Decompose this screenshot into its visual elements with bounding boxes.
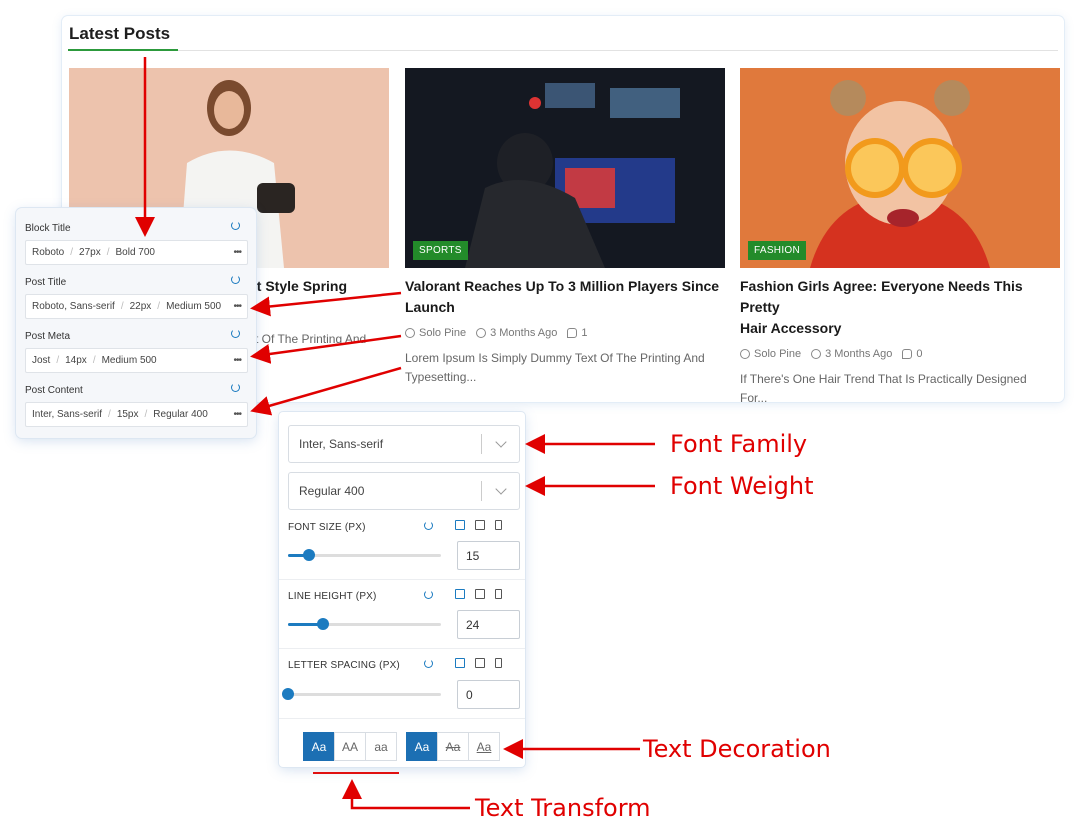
annotation-arrows [135, 57, 655, 810]
annotation-text-transform: Text Transform [475, 794, 651, 822]
annotation-font-weight: Font Weight [670, 472, 814, 500]
annotation-font-family: Font Family [670, 430, 808, 458]
annotation-text-decoration: Text Decoration [643, 735, 831, 763]
